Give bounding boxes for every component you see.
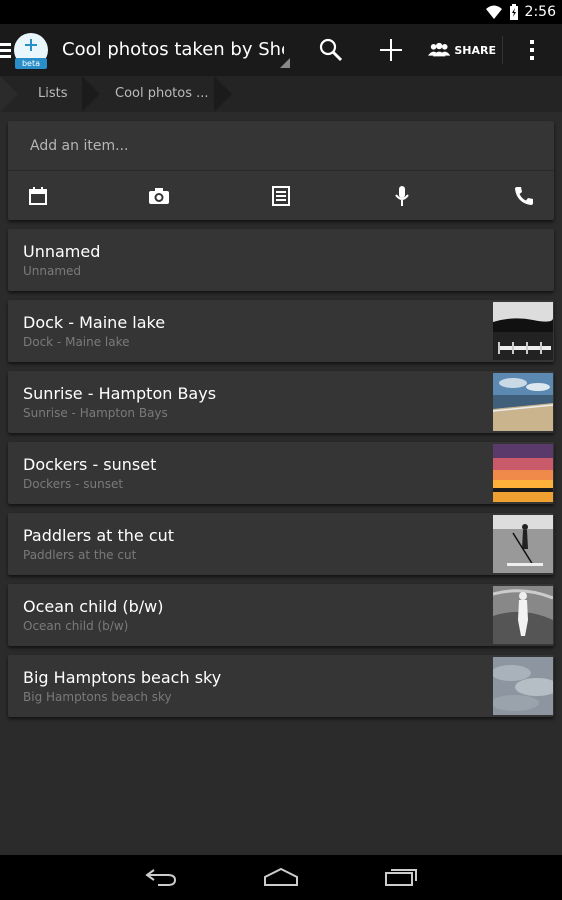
beta-badge: beta [15, 58, 47, 69]
item-subtitle: Unnamed [23, 264, 82, 278]
item-title: Big Hamptons beach sky [23, 668, 222, 687]
item-title: Sunrise - Hampton Bays [23, 384, 217, 403]
overflow-menu-icon [530, 40, 534, 60]
list-item[interactable]: Sunrise - Hampton Bays Sunrise - Hampton… [8, 371, 554, 433]
note-button[interactable] [268, 183, 294, 209]
title-dropdown-caret [280, 58, 290, 68]
microphone-icon [395, 186, 409, 206]
item-thumbnail[interactable] [493, 444, 553, 502]
list-item[interactable]: Paddlers at the cut Paddlers at the cut [8, 513, 554, 575]
item-subtitle: Dock - Maine lake [23, 335, 130, 349]
list-item[interactable]: Big Hamptons beach sky Big Hamptons beac… [8, 655, 554, 717]
item-thumbnail[interactable] [493, 586, 553, 644]
item-title: Dock - Maine lake [23, 313, 166, 332]
back-button[interactable] [141, 863, 181, 891]
item-title: Unnamed [23, 242, 101, 261]
camera-button[interactable] [146, 183, 172, 209]
back-icon [145, 869, 177, 886]
item-thumbnail[interactable] [493, 373, 553, 431]
battery-icon [509, 4, 518, 20]
item-thumbnail[interactable] [493, 657, 553, 715]
item-thumbnail[interactable] [493, 515, 553, 573]
phone-icon [515, 187, 533, 205]
breadcrumb: Lists Cool photos ... [0, 76, 562, 112]
item-title: Dockers - sunset [23, 455, 157, 474]
list-item[interactable]: Dockers - sunset Dockers - sunset [8, 442, 554, 504]
overflow-menu-button[interactable] [518, 24, 546, 76]
breadcrumb-lists[interactable]: Lists [38, 76, 68, 112]
search-icon [319, 38, 343, 62]
item-subtitle: Ocean child (b/w) [23, 619, 129, 633]
action-divider [502, 36, 503, 64]
item-thumbnail[interactable] [493, 302, 553, 360]
search-button[interactable] [316, 24, 346, 76]
add-item-card: Add an item... [8, 121, 554, 220]
note-icon [272, 186, 290, 206]
item-subtitle: Dockers - sunset [23, 477, 124, 491]
status-bar: 2:56 [0, 0, 562, 24]
system-nav-bar [0, 855, 562, 900]
recents-icon [385, 869, 417, 886]
people-icon [428, 42, 451, 57]
share-button[interactable]: SHARE [428, 24, 496, 76]
recents-button[interactable] [381, 863, 421, 891]
breadcrumb-separator [82, 76, 100, 112]
list-item[interactable]: Dock - Maine lake Dock - Maine lake [8, 300, 554, 362]
item-subtitle: Paddlers at the cut [23, 548, 137, 562]
home-icon [264, 867, 298, 886]
status-time: 2:56 [524, 4, 556, 20]
list-title[interactable]: Cool photos taken by She [62, 24, 284, 76]
calendar-icon [29, 187, 47, 205]
item-subtitle: Big Hamptons beach sky [23, 690, 172, 704]
app-logo-icon[interactable]: beta [14, 33, 48, 69]
breadcrumb-current[interactable]: Cool photos ... [115, 76, 209, 112]
home-button[interactable] [261, 863, 301, 891]
drawer-icon[interactable] [0, 42, 12, 58]
plus-icon [380, 39, 402, 61]
list-item[interactable]: Ocean child (b/w) Ocean child (b/w) [8, 584, 554, 646]
list-item[interactable]: Unnamed Unnamed [8, 229, 554, 291]
calendar-button[interactable] [25, 183, 51, 209]
wifi-icon [485, 5, 502, 19]
microphone-button[interactable] [389, 183, 415, 209]
phone-button[interactable] [511, 183, 537, 209]
item-subtitle: Sunrise - Hampton Bays [23, 406, 168, 420]
add-button[interactable] [376, 24, 406, 76]
share-label: SHARE [454, 43, 496, 57]
item-title: Ocean child (b/w) [23, 597, 164, 616]
camera-icon [149, 188, 169, 204]
add-item-toolbar [8, 171, 554, 220]
add-item-input[interactable]: Add an item... [8, 121, 554, 171]
breadcrumb-separator [214, 76, 232, 112]
item-title: Paddlers at the cut [23, 526, 175, 545]
action-bar: beta Cool photos taken by She SHARE [0, 24, 562, 76]
